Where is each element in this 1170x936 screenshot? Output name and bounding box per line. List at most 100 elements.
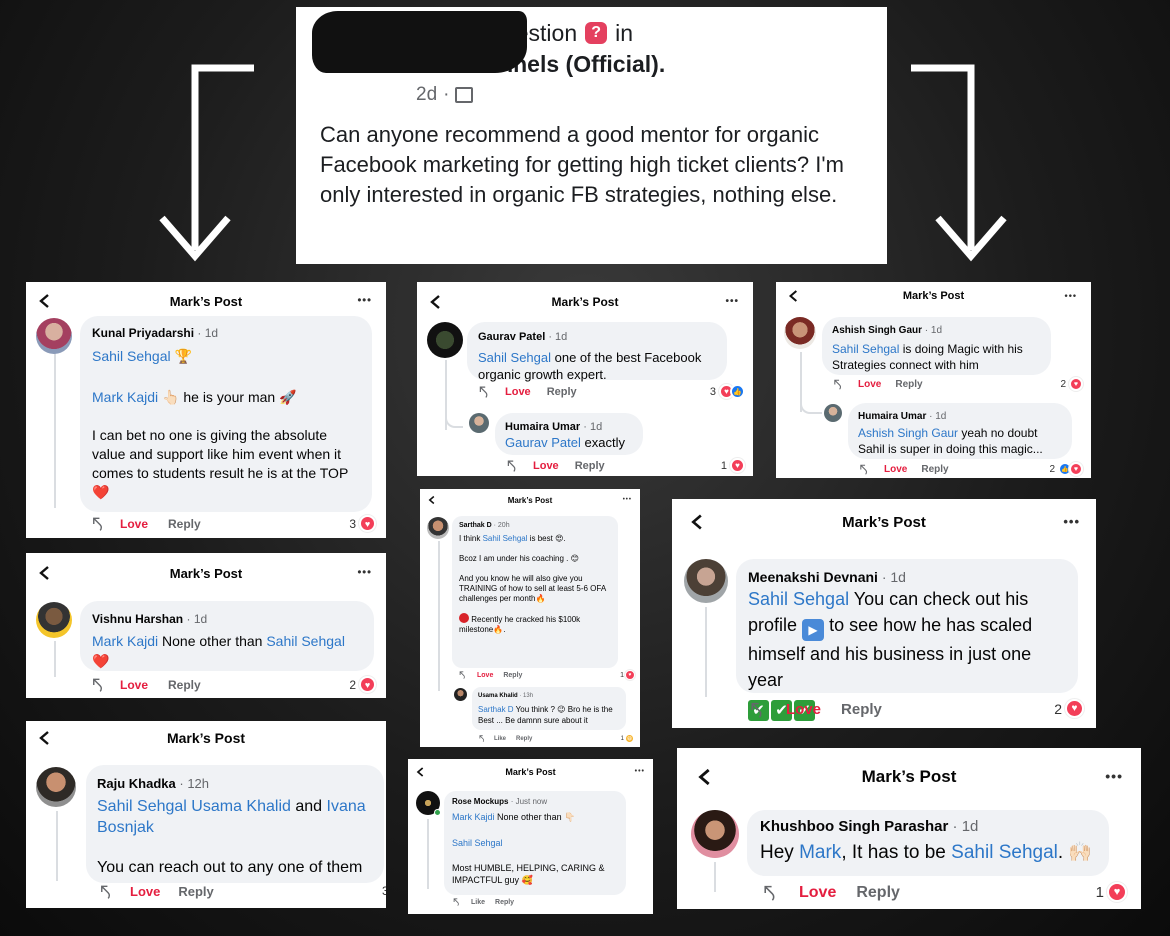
commenter-name[interactable]: Humaira Umar: [505, 421, 580, 433]
reaction-count[interactable]: 3: [382, 884, 386, 898]
back-arrow-icon[interactable]: [38, 730, 50, 746]
mention-link[interactable]: Sahil Sehgal: [951, 842, 1058, 863]
avatar[interactable]: [427, 322, 463, 358]
reply-button[interactable]: Reply: [921, 464, 948, 475]
avatar[interactable]: [684, 559, 728, 603]
more-options-icon[interactable]: •••: [635, 768, 645, 775]
mention-link[interactable]: Sahil Sehgal: [266, 633, 345, 649]
back-arrow-icon[interactable]: [690, 513, 703, 531]
reaction-count[interactable]: 2 ♥: [1060, 377, 1083, 391]
avatar[interactable]: [824, 404, 842, 422]
love-button[interactable]: Love: [884, 464, 907, 475]
mention-link[interactable]: Mark: [799, 842, 841, 863]
back-arrow-icon[interactable]: [429, 294, 441, 310]
mention-link[interactable]: Sahil Sehgal: [97, 798, 187, 815]
love-button[interactable]: Love: [505, 386, 531, 398]
more-options-icon[interactable]: •••: [357, 294, 372, 306]
commenter-name[interactable]: Sarthak D: [459, 522, 492, 529]
like-button[interactable]: Like: [494, 736, 506, 742]
mention-link[interactable]: Sahil Sehgal: [478, 350, 551, 365]
commenter-name[interactable]: Raju Khadka: [97, 776, 176, 791]
reaction-count[interactable]: 3 ♥: [349, 515, 376, 532]
commenter-name[interactable]: Kunal Priyadarshi: [92, 326, 194, 340]
avatar[interactable]: [36, 318, 72, 354]
love-button[interactable]: Love: [858, 379, 881, 390]
reply-button[interactable]: Reply: [841, 701, 882, 718]
reply-button[interactable]: Reply: [547, 386, 577, 398]
mention-link[interactable]: Sarthak D: [478, 705, 514, 714]
reaction-count[interactable]: 2 ♥: [1054, 699, 1084, 718]
love-button[interactable]: Love: [477, 672, 493, 679]
avatar[interactable]: [469, 413, 489, 433]
back-arrow-icon[interactable]: [38, 293, 50, 309]
more-options-icon[interactable]: •••: [1063, 514, 1080, 529]
like-button[interactable]: Like: [471, 899, 485, 906]
reply-button[interactable]: Reply: [168, 517, 201, 531]
commenter-name[interactable]: Rose Mockups: [452, 797, 508, 806]
mention-link[interactable]: Gaurav Patel: [505, 435, 581, 450]
mention-link[interactable]: Sahil Sehgal: [748, 589, 849, 609]
reply-button[interactable]: Reply: [575, 460, 605, 472]
mention-link[interactable]: Sahil Sehgal: [483, 534, 528, 543]
love-button[interactable]: Love: [120, 517, 148, 531]
commenter-name[interactable]: Usama Khalid: [478, 693, 518, 699]
commenter-name[interactable]: Ashish Singh Gaur: [832, 325, 922, 336]
commenter-name[interactable]: Vishnu Harshan: [92, 612, 183, 626]
reaction-count[interactable]: 1 ♥: [620, 670, 635, 680]
back-arrow-icon[interactable]: [788, 289, 798, 303]
back-arrow-icon[interactable]: [38, 565, 50, 581]
comment-card-vishnu: Mark’s Post ••• Vishnu Harshan · 1d Mark…: [26, 553, 386, 698]
avatar[interactable]: [36, 767, 76, 807]
mention-link[interactable]: Usama Khalid: [191, 798, 291, 815]
reply-button[interactable]: Reply: [856, 884, 900, 902]
love-button[interactable]: Love: [799, 884, 836, 902]
post-age[interactable]: 2d: [416, 84, 437, 106]
reply-button[interactable]: Reply: [503, 672, 522, 679]
reaction-count[interactable]: 2 ♥: [349, 676, 376, 693]
avatar[interactable]: [691, 810, 739, 858]
mention-link[interactable]: Mark Kajdi: [452, 812, 495, 822]
reply-button[interactable]: Reply: [495, 899, 514, 906]
love-button[interactable]: Love: [786, 701, 821, 718]
arrow-left-icon: [159, 64, 254, 262]
love-button[interactable]: Love: [130, 884, 160, 899]
more-options-icon[interactable]: •••: [725, 296, 739, 307]
more-options-icon[interactable]: •••: [1065, 291, 1077, 301]
back-arrow-icon[interactable]: [697, 767, 711, 787]
mention-link[interactable]: Sahil Sehgal: [92, 348, 171, 364]
commenter-name[interactable]: Meenakshi Devnani: [748, 569, 878, 585]
avatar[interactable]: [784, 317, 816, 349]
comment-time: · 12h: [179, 776, 210, 791]
love-button[interactable]: Love: [120, 678, 148, 692]
avatar[interactable]: [36, 602, 72, 638]
commenter-name[interactable]: Humaira Umar: [858, 411, 926, 422]
heart-icon: ♥: [359, 676, 376, 693]
commenter-name[interactable]: Khushboo Singh Parashar: [760, 818, 948, 835]
reaction-count[interactable]: 1 😆: [621, 734, 634, 743]
comment-bubble: Meenakshi Devnani · 1d Sahil Sehgal You …: [736, 559, 1078, 721]
reaction-count[interactable]: 1 ♥: [1096, 882, 1127, 902]
mention-link[interactable]: Sahil Sehgal: [832, 342, 899, 356]
mention-link[interactable]: Ashish Singh Gaur: [858, 426, 958, 440]
comment-time: · 1d: [924, 325, 943, 336]
mention-link[interactable]: Sahil Sehgal: [452, 838, 503, 848]
reaction-count[interactable]: 3 ♥ 👍: [710, 384, 745, 399]
commenter-name[interactable]: Gaurav Patel: [478, 331, 545, 343]
love-button[interactable]: Love: [533, 460, 559, 472]
avatar[interactable]: [454, 688, 467, 701]
back-arrow-icon[interactable]: [428, 495, 435, 505]
mention-link[interactable]: Mark Kajdi: [92, 633, 158, 649]
more-options-icon[interactable]: •••: [623, 497, 632, 503]
reply-button[interactable]: Reply: [178, 884, 213, 899]
reaction-count[interactable]: 1 ♥: [721, 458, 745, 473]
reaction-count[interactable]: 2 👍 ♥: [1049, 462, 1083, 476]
mention-link[interactable]: Mark Kajdi: [92, 389, 158, 405]
comment-bubble: Kunal Priyadarshi · 1d Sahil Sehgal 🏆 Ma…: [80, 316, 372, 512]
more-options-icon[interactable]: •••: [357, 566, 372, 578]
reply-button[interactable]: Reply: [168, 678, 201, 692]
avatar[interactable]: [427, 517, 449, 539]
more-options-icon[interactable]: •••: [1105, 768, 1123, 784]
reply-button[interactable]: Reply: [895, 379, 922, 390]
reply-button[interactable]: Reply: [516, 736, 532, 742]
back-arrow-icon[interactable]: [416, 767, 424, 778]
